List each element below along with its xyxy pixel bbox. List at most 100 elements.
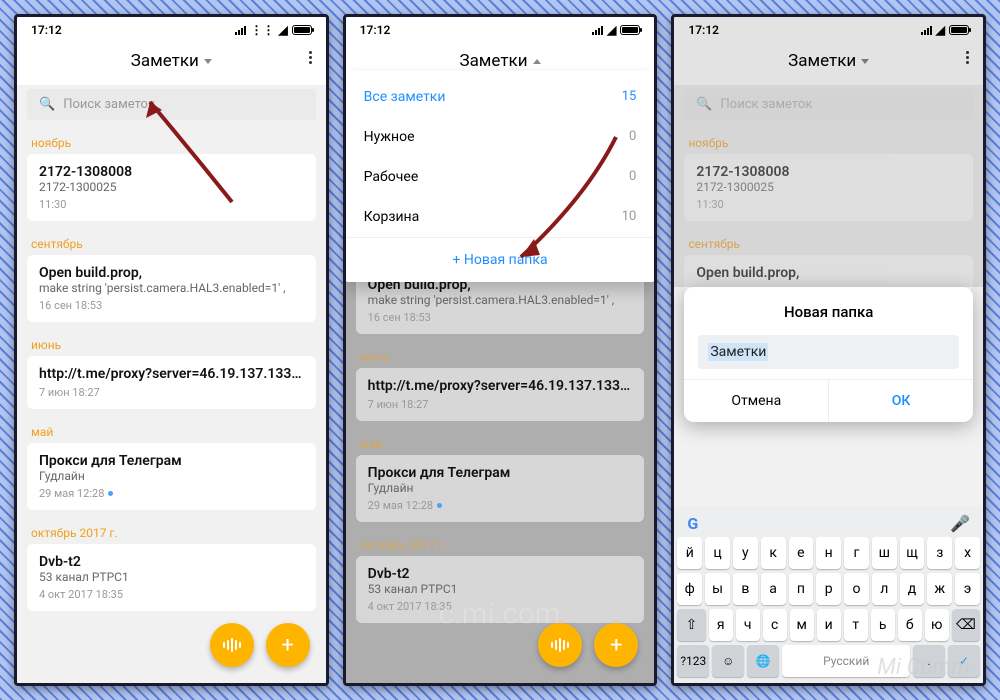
app-header: Заметки bbox=[17, 39, 326, 85]
key-з[interactable]: з bbox=[927, 537, 952, 569]
key-д[interactable]: д bbox=[900, 573, 925, 605]
battery-icon bbox=[620, 25, 640, 35]
folder-item[interactable]: Рабочее 0 bbox=[346, 157, 655, 197]
search-icon: 🔍 bbox=[39, 97, 55, 112]
note-item[interactable]: http://t.me/proxy?server=46.19.137.133u&… bbox=[27, 356, 316, 409]
folder-name: Нужное bbox=[364, 129, 415, 145]
header-title-dropdown[interactable]: Заметки bbox=[131, 51, 212, 71]
wifi-icon: ◢ bbox=[607, 23, 616, 37]
page-title: Заметки bbox=[459, 51, 527, 71]
folder-name: Корзина bbox=[364, 209, 420, 225]
signal-icon bbox=[592, 26, 603, 35]
note-title: http://t.me/proxy?server=46.19.137.133u&… bbox=[39, 366, 304, 382]
key-ь[interactable]: ь bbox=[871, 609, 895, 641]
cancel-button[interactable]: Отмена bbox=[684, 380, 828, 422]
enter-key[interactable]: ✓ bbox=[948, 645, 980, 677]
dialog-actions: Отмена ОК bbox=[684, 379, 973, 422]
folder-item-all[interactable]: Все заметки 15 bbox=[346, 77, 655, 117]
key-ж[interactable]: ж bbox=[927, 573, 952, 605]
note-meta: 7 июн 18:27 bbox=[39, 386, 304, 399]
overlay-scrim[interactable] bbox=[674, 17, 983, 287]
voice-note-button[interactable] bbox=[210, 623, 254, 667]
new-note-button[interactable]: + bbox=[266, 623, 310, 667]
search-placeholder: Поиск заметок bbox=[63, 97, 155, 112]
period-key[interactable]: . bbox=[913, 645, 945, 677]
emoji-key[interactable]: ☺ bbox=[712, 645, 744, 677]
section-header: ноябрь bbox=[27, 128, 316, 154]
key-м[interactable]: м bbox=[790, 609, 814, 641]
unread-dot-icon bbox=[108, 491, 113, 496]
key-ц[interactable]: ц bbox=[705, 537, 730, 569]
key-с[interactable]: с bbox=[763, 609, 787, 641]
spacebar-key[interactable]: Русский bbox=[782, 645, 910, 677]
folder-count: 10 bbox=[622, 209, 637, 225]
note-meta: 29 мая 12:28 bbox=[39, 487, 304, 500]
folder-name: Все заметки bbox=[364, 89, 446, 105]
key-п[interactable]: п bbox=[789, 573, 814, 605]
keyboard-toolbar: G 🎤 bbox=[677, 510, 980, 537]
key-у[interactable]: у bbox=[733, 537, 758, 569]
voice-note-button[interactable] bbox=[538, 623, 582, 667]
note-item[interactable]: Прокси для Телеграм Гудлайн 29 мая 12:28 bbox=[27, 443, 316, 510]
folder-item-trash[interactable]: Корзина 10 bbox=[346, 197, 655, 237]
folder-name-input[interactable]: Заметки bbox=[698, 335, 959, 369]
more-menu-button[interactable] bbox=[309, 51, 312, 64]
plus-icon: + bbox=[452, 252, 463, 268]
note-item[interactable]: Dvb-t2 53 канал РТРС1 4 окт 2017 18:35 bbox=[27, 544, 316, 611]
backspace-key[interactable]: ⌫ bbox=[952, 609, 980, 641]
key-р[interactable]: р bbox=[816, 573, 841, 605]
ok-button[interactable]: ОК bbox=[828, 380, 973, 422]
voice-icon bbox=[223, 638, 241, 652]
note-item[interactable]: 2172-1308008 2172-1300025 11:30 bbox=[27, 154, 316, 221]
key-в[interactable]: в bbox=[733, 573, 758, 605]
key-и[interactable]: и bbox=[817, 609, 841, 641]
section-header: октябрь 2017 г. bbox=[27, 518, 316, 544]
key-к[interactable]: к bbox=[761, 537, 786, 569]
fab-container: + bbox=[210, 623, 310, 667]
google-icon[interactable]: G bbox=[687, 514, 698, 533]
chevron-up-icon bbox=[533, 59, 541, 64]
key-я[interactable]: я bbox=[709, 609, 733, 641]
search-input[interactable]: 🔍 Поиск заметок bbox=[27, 89, 316, 120]
key-щ[interactable]: щ bbox=[900, 537, 925, 569]
key-й[interactable]: й bbox=[677, 537, 702, 569]
key-э[interactable]: э bbox=[955, 573, 980, 605]
keyboard: G 🎤 йцукенгшщзх фывапролджэ ⇧ ячсмитьбю … bbox=[674, 506, 983, 683]
folder-item[interactable]: Нужное 0 bbox=[346, 117, 655, 157]
note-item[interactable]: Open build.prop, make string 'persist.ca… bbox=[27, 255, 316, 322]
globe-key[interactable]: 🌐 bbox=[747, 645, 779, 677]
new-note-button[interactable]: + bbox=[594, 623, 638, 667]
fab-container: + bbox=[538, 623, 638, 667]
signal-icon bbox=[235, 26, 246, 35]
battery-icon bbox=[292, 25, 312, 35]
status-time: 17:12 bbox=[31, 23, 62, 37]
key-б[interactable]: б bbox=[898, 609, 922, 641]
header-title-dropdown[interactable]: Заметки bbox=[459, 51, 540, 71]
mic-icon[interactable]: 🎤 bbox=[950, 514, 970, 533]
shift-key[interactable]: ⇧ bbox=[677, 609, 705, 641]
key-л[interactable]: л bbox=[872, 573, 897, 605]
dialog-title: Новая папка bbox=[698, 303, 959, 321]
note-subtitle: make string 'persist.camera.HAL3.enabled… bbox=[39, 281, 304, 295]
key-г[interactable]: г bbox=[844, 537, 869, 569]
page-title: Заметки bbox=[131, 51, 199, 71]
keyboard-row: йцукенгшщзх bbox=[677, 537, 980, 569]
status-bar: 17:12 ◢ bbox=[346, 17, 655, 39]
key-ф[interactable]: ф bbox=[677, 573, 702, 605]
key-ы[interactable]: ы bbox=[705, 573, 730, 605]
key-ш[interactable]: ш bbox=[872, 537, 897, 569]
key-т[interactable]: т bbox=[844, 609, 868, 641]
key-н[interactable]: н bbox=[816, 537, 841, 569]
key-о[interactable]: о bbox=[844, 573, 869, 605]
numeric-key[interactable]: ?123 bbox=[677, 645, 709, 677]
voice-icon bbox=[551, 638, 569, 652]
key-х[interactable]: х bbox=[955, 537, 980, 569]
key-а[interactable]: а bbox=[761, 573, 786, 605]
new-folder-button[interactable]: + Новая папка bbox=[346, 237, 655, 282]
key-ю[interactable]: ю bbox=[925, 609, 949, 641]
keyboard-row: фывапролджэ bbox=[677, 573, 980, 605]
note-item: Прокси для Телеграм Гудлайн 29 мая 12:28 bbox=[356, 455, 645, 522]
key-е[interactable]: е bbox=[789, 537, 814, 569]
key-ч[interactable]: ч bbox=[736, 609, 760, 641]
note-item: http://t.me/proxy?server=46.19.137.133u&… bbox=[356, 368, 645, 421]
